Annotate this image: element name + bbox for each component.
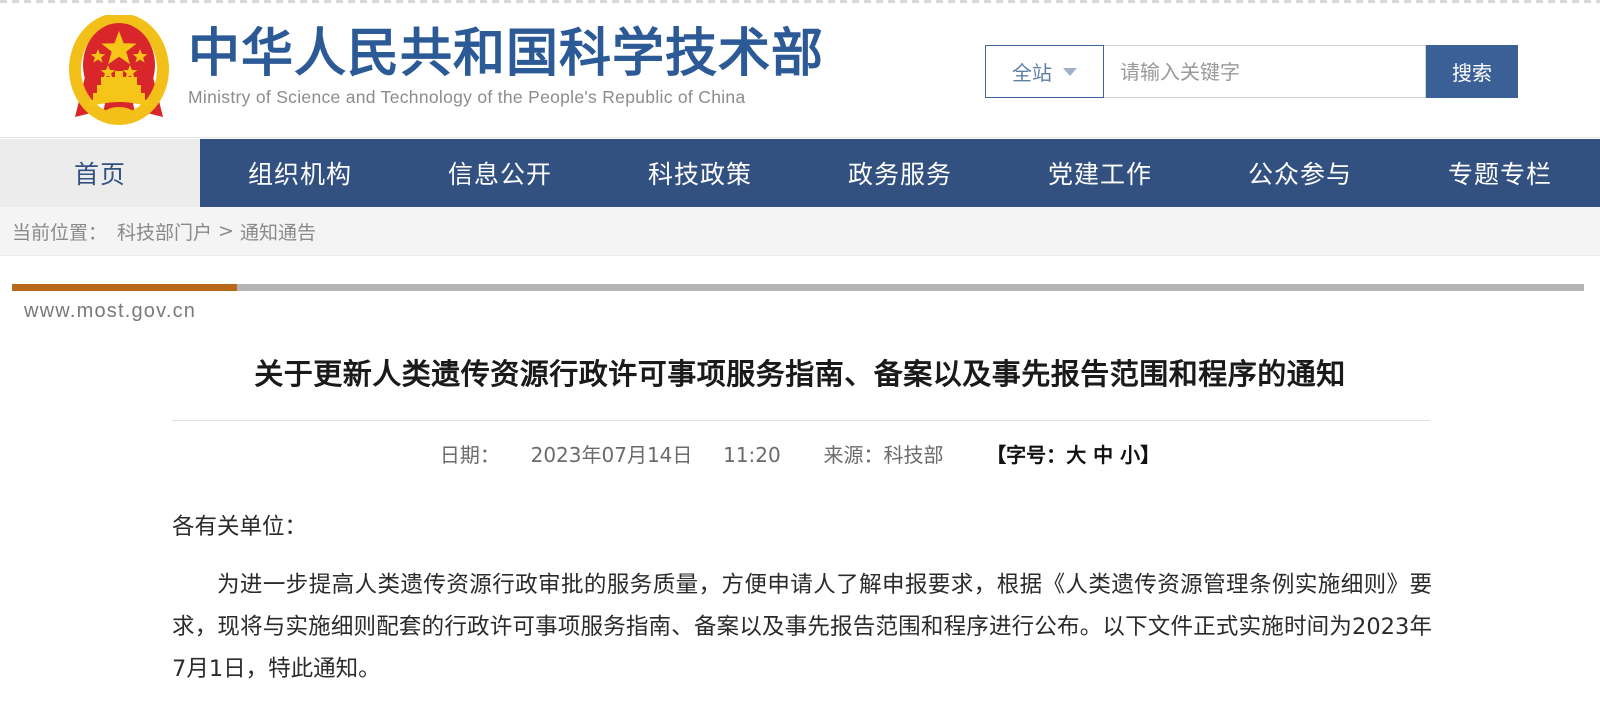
page-root: 中华人民共和国科学技术部 Ministry of Science and Tec… [0,0,1600,711]
accent-bar-grey [237,284,1584,291]
site-logo[interactable]: 中华人民共和国科学技术部 Ministry of Science and Tec… [188,24,825,108]
nav-item-party-building[interactable]: 党建工作 [1000,139,1200,207]
article-date-label: 日期： [439,443,500,467]
font-size-open-bracket: 【字号： [986,443,1067,467]
nav-item-policy[interactable]: 科技政策 [600,139,800,207]
article-date: 2023年07月14日 [530,443,693,467]
search-bar: 全站 搜索 [985,45,1518,98]
nav-item-public-participation[interactable]: 公众参与 [1200,139,1400,207]
nav-item-info-disclosure[interactable]: 信息公开 [400,139,600,207]
nav-item-special-columns[interactable]: 专题专栏 [1400,139,1600,207]
breadcrumb-separator: > [218,220,234,242]
nav-item-organization[interactable]: 组织机构 [200,139,400,207]
article-body: 各有关单位： 为进一步提高人类遗传资源行政审批的服务质量，方便申请人了解申报要求… [0,506,1600,690]
site-url-label: www.most.gov.cn [24,300,197,322]
breadcrumb-prefix: 当前位置： [12,221,108,244]
search-scope-label: 全站 [1012,61,1052,85]
font-size-large-button[interactable]: 大 [1066,443,1086,467]
article-time: 11:20 [723,443,781,467]
page-title: 关于更新人类遗传资源行政许可事项服务指南、备案以及事先报告范围和程序的通知 [254,357,1346,391]
china-national-emblem-icon [55,15,183,127]
search-button[interactable]: 搜索 [1426,45,1518,98]
breadcrumb: 当前位置： 科技部门户 > 通知通告 [0,207,1600,256]
chevron-down-icon [1063,67,1077,76]
site-header: 中华人民共和国科学技术部 Ministry of Science and Tec… [0,3,1600,138]
nav-item-home[interactable]: 首页 [0,139,200,207]
search-scope-dropdown[interactable]: 全站 [985,45,1104,98]
nav-item-gov-services[interactable]: 政务服务 [800,139,1000,207]
font-size-medium-button[interactable]: 中 [1093,443,1113,467]
article-meta: 日期： 2023年07月14日 11:20 来源：科技部 【字号：大 中 小】 [85,439,1515,468]
article: 关于更新人类遗传资源行政许可事项服务指南、备案以及事先报告范围和程序的通知 日期… [0,340,1600,706]
accent-bar-orange [12,284,237,291]
breadcrumb-current[interactable]: 通知通告 [240,218,316,245]
site-logo-english: Ministry of Science and Technology of th… [188,87,746,107]
article-source: 科技部 [883,443,944,467]
accent-bar [12,284,1584,291]
site-logo-chinese: 中华人民共和国科学技术部 [188,24,825,84]
main-navigation: 首页 组织机构 信息公开 科技政策 政务服务 党建工作 公众参与 专题专栏 [0,139,1600,207]
font-size-close-bracket: 】 [1140,443,1161,467]
breadcrumb-root[interactable]: 科技部门户 [117,218,212,245]
article-paragraph: 为进一步提高人类遗传资源行政审批的服务质量，方便申请人了解申报要求，根据《人类遗… [172,572,1432,682]
font-size-small-button[interactable]: 小 [1120,443,1140,467]
title-divider [172,420,1430,421]
search-input[interactable] [1104,45,1426,98]
article-salutation: 各有关单位： [172,514,308,540]
article-source-label: 来源： [823,443,884,467]
font-size-control: 【字号：大 中 小】 [986,443,1160,467]
